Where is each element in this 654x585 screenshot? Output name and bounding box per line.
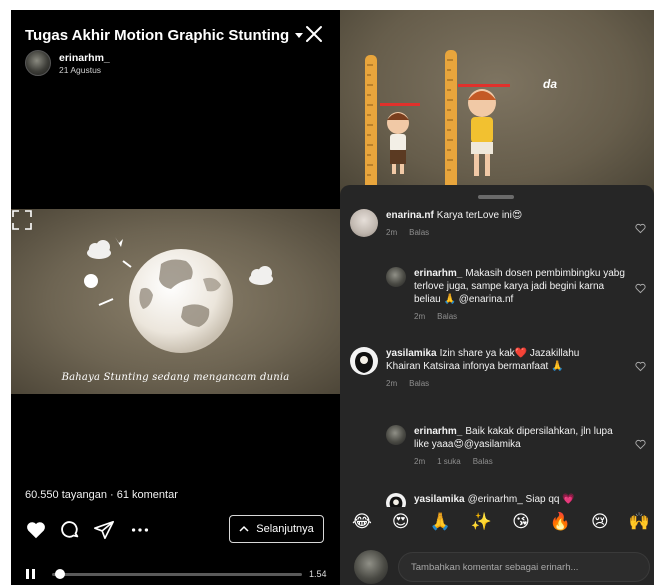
comment-username[interactable]: yasilamika <box>386 348 437 359</box>
playback-time: 1.54 <box>309 569 327 579</box>
post-date: 21 Agustus <box>59 64 102 75</box>
comment-input[interactable]: Tambahkan komentar sebagai erinarh... <box>398 552 650 582</box>
reply-button[interactable]: Balas <box>409 228 429 237</box>
comment-text: @erinarhm_ Siap qq 💗 <box>467 494 575 505</box>
emoji-button[interactable]: ✨ <box>471 512 492 532</box>
next-button-label: Selanjutnya <box>256 523 314 535</box>
hijab-avatar-icon <box>355 352 373 373</box>
emoji-button[interactable]: 😢 <box>591 512 609 532</box>
playback-controls: 1.54 <box>25 568 330 582</box>
video-preview[interactable]: da <box>340 10 654 195</box>
comment-username[interactable]: enarina.nf <box>386 210 434 221</box>
post-title: Tugas Akhir Motion Graphic Stunting <box>25 26 290 44</box>
author-info[interactable]: erinarhm_ 21 Agustus <box>25 50 110 76</box>
comment-username[interactable]: erinarhm_ <box>414 426 462 437</box>
close-icon[interactable] <box>304 24 324 44</box>
comment-item: enarina.nf Karya terLove ini😍 2m Balas <box>350 209 630 237</box>
heart-icon[interactable] <box>25 519 47 541</box>
avatar[interactable] <box>350 209 378 237</box>
comment-username[interactable]: yasilamika <box>414 494 465 505</box>
reply-button[interactable]: Balas <box>409 379 429 388</box>
emoji-quick-bar: 😂 😍 🙏 ✨ 😘 🔥 😢 🙌 <box>340 507 654 537</box>
avatar[interactable] <box>386 493 406 507</box>
fullscreen-icon[interactable] <box>11 209 33 231</box>
send-icon[interactable] <box>93 519 115 541</box>
hijab-avatar-icon <box>389 496 403 507</box>
comment-likes[interactable]: 1 suka <box>437 457 461 466</box>
pause-icon[interactable] <box>25 568 37 580</box>
comments-panel: da enarina.nf Karya terLove ini😍 2m Balas … <box>340 10 654 585</box>
emoji-button[interactable]: 🔥 <box>550 512 571 532</box>
comment-username[interactable]: erinarhm_ <box>414 268 462 279</box>
video-caption: Bahaya Stunting sedang mengancam dunia <box>61 372 290 383</box>
avatar[interactable] <box>386 267 406 287</box>
comment-icon[interactable] <box>59 519 81 541</box>
progress-knob[interactable] <box>54 569 65 579</box>
comment-time: 2m <box>414 457 426 466</box>
heart-icon[interactable] <box>635 439 646 450</box>
emoji-button[interactable]: 🙏 <box>430 512 451 532</box>
video-frame[interactable]: Bahaya Stunting sedang mengancam dunia <box>11 209 340 394</box>
emoji-button[interactable]: 🙌 <box>629 512 650 532</box>
comments-sheet: enarina.nf Karya terLove ini😍 2m Balas eri… <box>340 185 654 585</box>
heart-icon[interactable] <box>635 283 646 294</box>
heart-icon[interactable] <box>635 361 646 372</box>
emoji-button[interactable]: 😍 <box>392 512 410 532</box>
globe-illustration <box>84 237 273 353</box>
rulers-kids-illustration <box>365 50 510 195</box>
avatar[interactable] <box>350 347 378 375</box>
progress-track[interactable] <box>52 573 302 576</box>
reply-button[interactable]: Balas <box>437 312 457 321</box>
emoji-button[interactable]: 😂 <box>352 512 372 532</box>
comment-time: 2m <box>386 228 398 237</box>
scene-text: da <box>543 77 558 91</box>
avatar[interactable] <box>25 50 51 76</box>
comment-item: yasilamika @erinarhm_ Siap qq 💗 <box>386 493 626 507</box>
comment-item: erinarhm_ Baik kakak dipersilahkan, jln l… <box>386 425 626 466</box>
reply-button[interactable]: Balas <box>473 457 493 466</box>
comment-item: yasilamika Izin share ya kak❤️ Jazakillah… <box>350 347 612 388</box>
avatar <box>354 550 388 584</box>
comment-time: 2m <box>386 379 398 388</box>
heart-icon[interactable] <box>635 223 646 234</box>
author-name[interactable]: erinarhm_ <box>59 52 110 64</box>
emoji-button[interactable]: 😘 <box>512 512 530 532</box>
chevron-down-icon[interactable] <box>295 32 304 38</box>
next-button[interactable]: Selanjutnya <box>229 515 324 543</box>
comment-item: erinarhm_ Makasih dosen pembimbingku yabg… <box>386 267 626 321</box>
more-icon[interactable] <box>129 519 151 541</box>
comment-text: Karya terLove ini😍 <box>436 210 523 221</box>
comment-composer: Tambahkan komentar sebagai erinarh... <box>354 550 650 584</box>
post-title-row[interactable]: Tugas Akhir Motion Graphic Stunting <box>25 24 325 46</box>
drag-handle[interactable] <box>478 195 514 199</box>
avatar[interactable] <box>386 425 406 445</box>
video-player-panel: Tugas Akhir Motion Graphic Stunting erin… <box>11 10 340 585</box>
comment-time: 2m <box>414 312 426 321</box>
chevron-up-icon <box>239 525 249 532</box>
view-comment-stats: 60.550 tayangan · 61 komentar <box>25 489 178 501</box>
